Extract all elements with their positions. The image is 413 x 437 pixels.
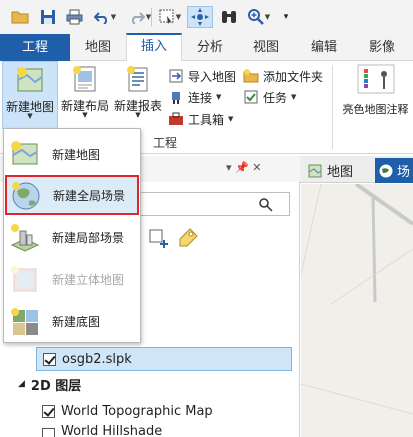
view-tabs: 地图 场 <box>300 156 413 183</box>
ribbon-divider <box>332 65 333 149</box>
layer-checkbox[interactable] <box>42 404 55 418</box>
new-map-dropdown: 新建地图 新建全局场景 新建局部场景 新建立体地图 新建底图 <box>3 128 141 343</box>
tab-map-view[interactable]: 地图 <box>304 158 370 183</box>
toolbar-divider <box>151 8 152 26</box>
search-input[interactable] <box>140 192 290 216</box>
toolbox-button[interactable]: 工具箱 ▼ <box>168 109 233 129</box>
menu-item-label: 新建局部场景 <box>52 230 125 245</box>
globe-icon <box>379 164 393 177</box>
menu-item-new-global-scene[interactable]: 新建全局场景 <box>5 175 139 215</box>
chevron-down-icon: ▼ <box>264 13 271 21</box>
import-map-label: 导入地图 <box>188 69 237 84</box>
customize-icon[interactable]: ▾ <box>280 6 292 28</box>
tab-label: 场 <box>397 165 411 180</box>
pane-controls[interactable]: ▾ 📌 ✕ <box>226 161 261 174</box>
add-folder-button[interactable]: 添加文件夹 <box>243 66 323 86</box>
group-2d-layers[interactable]: ◢ 2D 图层 <box>18 372 81 396</box>
layer-name: World Hillshade <box>61 425 163 437</box>
new-layout-button[interactable]: 新建布局 ▼ <box>58 61 112 129</box>
redo-icon[interactable]: ▼ <box>126 6 154 28</box>
chevron-down-icon: ▼ <box>216 93 222 101</box>
local-scene-icon <box>10 223 40 252</box>
add-group-icon[interactable] <box>148 228 170 253</box>
view-select-icon[interactable]: ▼ <box>156 6 184 28</box>
map-icon <box>10 140 40 168</box>
new-map-button[interactable]: 新建地图 ▼ <box>2 61 58 129</box>
tab-map[interactable]: 地图 <box>70 34 126 61</box>
folder-open-icon[interactable] <box>9 6 31 28</box>
tab-view[interactable]: 视图 <box>238 34 294 61</box>
menu-item-label: 新建地图 <box>52 147 101 162</box>
search-icon <box>259 198 273 212</box>
group-label-project: 工程 <box>153 136 178 150</box>
menu-item-label: 新建全局场景 <box>53 188 126 203</box>
tab-project[interactable]: 工程 <box>0 34 70 61</box>
layer-name: World Topographic Map <box>61 403 213 419</box>
layer-name: osgb2.slpk <box>62 351 132 367</box>
toolbox-icon <box>168 111 184 127</box>
import-map-button[interactable]: 导入地图 <box>168 66 236 86</box>
tab-analysis[interactable]: 分析 <box>182 34 238 61</box>
style-label: 亮色地图注释 <box>342 103 409 116</box>
add-folder-icon <box>243 68 259 84</box>
layer-row-topographic[interactable]: World Topographic Map <box>42 399 213 423</box>
menu-item-label: 新建底图 <box>52 314 101 329</box>
stereo-map-icon <box>10 265 40 293</box>
menu-item-new-stereo-map[interactable]: 新建立体地图 <box>4 259 140 299</box>
quick-access-toolbar: ▼ ▼ ▼ ▼ ▾ <box>0 0 413 34</box>
zoom-icon[interactable]: ▼ <box>245 6 273 28</box>
map-icon <box>15 66 45 97</box>
chevron-down-icon: ▼ <box>135 111 141 119</box>
tab-edit[interactable]: 编辑 <box>294 34 354 61</box>
globe-icon <box>11 181 41 210</box>
tab-scene-view[interactable]: 场 <box>375 158 413 183</box>
map-roads <box>300 182 413 415</box>
connect-button[interactable]: 连接 ▼ <box>168 87 221 107</box>
layer-row-hillshade[interactable]: World Hillshade <box>42 425 162 437</box>
menu-item-new-map[interactable]: 新建地图 <box>4 134 140 174</box>
color-swatch-icon <box>356 63 396 98</box>
chevron-down-icon: ▼ <box>175 13 182 21</box>
group-label: 2D 图层 <box>30 378 82 394</box>
toolbox-label: 工具箱 <box>188 112 225 127</box>
map-icon <box>308 164 322 177</box>
tab-imagery[interactable]: 影像 <box>354 34 410 61</box>
task-label: 任务 <box>263 90 288 105</box>
task-icon <box>243 89 259 105</box>
chevron-down-icon: ▼ <box>82 111 88 119</box>
layer-checkbox[interactable] <box>42 428 55 437</box>
add-folder-label: 添加文件夹 <box>263 69 324 84</box>
save-icon[interactable] <box>37 6 59 28</box>
menu-item-new-local-scene[interactable]: 新建局部场景 <box>4 217 140 257</box>
print-icon[interactable] <box>63 6 85 28</box>
collapse-icon[interactable]: ◢ <box>18 379 25 389</box>
style-gallery-item[interactable]: 亮色地图注释 <box>338 61 413 129</box>
menu-item-new-basemap[interactable]: 新建底图 <box>4 301 140 341</box>
layer-row-osgb2[interactable]: osgb2.slpk <box>36 347 292 371</box>
layout-icon <box>70 65 100 96</box>
basemap-icon <box>10 307 40 335</box>
chevron-down-icon: ▼ <box>110 13 117 21</box>
report-icon <box>123 65 153 96</box>
map-canvas[interactable] <box>300 182 413 437</box>
import-map-icon <box>168 68 184 84</box>
ribbon-tabs: 工程 地图 插入 分析 视图 编辑 影像 <box>0 33 413 61</box>
task-button[interactable]: 任务 ▼ <box>243 87 296 107</box>
navigate-icon[interactable] <box>187 6 213 28</box>
chevron-down-icon: ▼ <box>27 112 33 120</box>
label-tool-icon[interactable] <box>176 226 200 253</box>
tab-label: 地图 <box>327 165 354 180</box>
menu-item-label: 新建立体地图 <box>52 272 125 287</box>
new-report-button[interactable]: 新建报表 ▼ <box>112 61 164 129</box>
chevron-down-icon: ▼ <box>228 115 234 123</box>
layer-checkbox[interactable] <box>43 352 56 366</box>
connect-icon <box>168 89 184 105</box>
chevron-down-icon: ▼ <box>291 93 297 101</box>
connect-label: 连接 <box>188 90 213 105</box>
binoculars-icon[interactable] <box>218 6 240 28</box>
tab-insert[interactable]: 插入 <box>126 33 182 61</box>
undo-icon[interactable]: ▼ <box>90 6 120 28</box>
